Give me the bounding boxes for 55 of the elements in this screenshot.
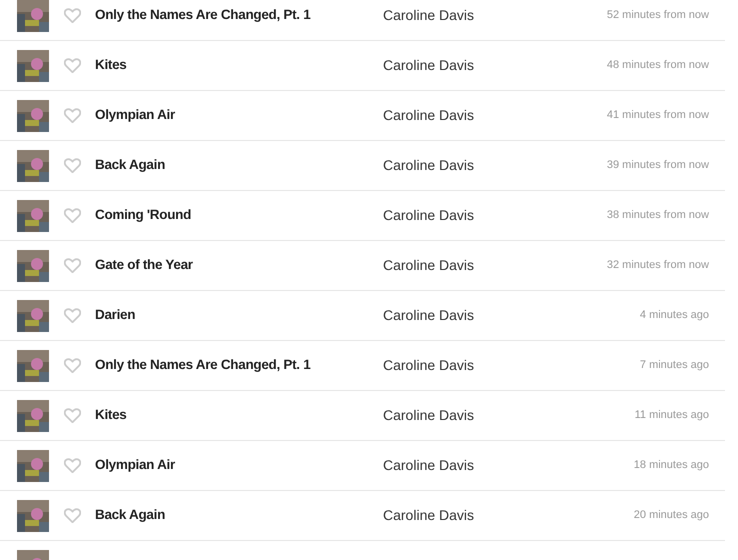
artist-name[interactable]: Caroline Davis bbox=[383, 155, 583, 176]
heart-icon[interactable] bbox=[64, 308, 81, 323]
play-time: 32 minutes from now bbox=[606, 258, 710, 274]
play-time: 38 minutes from now bbox=[606, 208, 710, 224]
play-time: 48 minutes from now bbox=[606, 58, 710, 74]
heart-icon[interactable] bbox=[64, 358, 81, 373]
artist-name[interactable]: Caroline Davis bbox=[383, 55, 583, 76]
play-time: 7 minutes ago bbox=[640, 358, 710, 374]
artist-name[interactable]: Caroline Davis bbox=[383, 105, 583, 126]
album-art bbox=[17, 150, 49, 182]
album-art bbox=[17, 350, 49, 382]
album-art bbox=[17, 200, 49, 232]
artist-name[interactable]: Caroline Davis bbox=[383, 455, 583, 476]
track-title[interactable]: Gate of the Year bbox=[95, 255, 383, 276]
album-art bbox=[17, 100, 49, 132]
heart-icon[interactable] bbox=[64, 458, 81, 473]
play-time: 39 minutes from now bbox=[606, 158, 710, 174]
track-title[interactable]: Only the Names Are Changed, Pt. 1 bbox=[95, 5, 383, 26]
heart-icon[interactable] bbox=[64, 208, 81, 223]
heart-icon[interactable] bbox=[64, 158, 81, 173]
heart-icon[interactable] bbox=[64, 258, 81, 273]
artist-name[interactable]: Caroline Davis bbox=[383, 505, 583, 526]
play-time: 41 minutes from now bbox=[606, 108, 710, 124]
track-title[interactable]: Back Again bbox=[95, 155, 383, 176]
heart-icon[interactable] bbox=[64, 108, 81, 123]
track-title[interactable]: Olympian Air bbox=[95, 455, 383, 476]
heart-icon[interactable] bbox=[64, 408, 81, 423]
play-time: 11 minutes ago bbox=[634, 408, 710, 424]
track-title[interactable]: Coming 'Round bbox=[95, 205, 383, 226]
track-title[interactable]: Kites bbox=[95, 405, 383, 426]
track-title[interactable]: Kites bbox=[95, 55, 383, 76]
play-time: 52 minutes from now bbox=[606, 8, 710, 24]
track-title[interactable]: Back Again bbox=[95, 505, 383, 526]
heart-icon[interactable] bbox=[64, 8, 81, 23]
album-art bbox=[17, 50, 49, 82]
artist-name[interactable]: Caroline Davis bbox=[383, 255, 583, 276]
play-time: 18 minutes ago bbox=[634, 458, 710, 474]
album-art bbox=[17, 450, 49, 482]
track-title[interactable]: Olympian Air bbox=[95, 105, 383, 126]
track-title[interactable]: Only the Names Are Changed, Pt. 1 bbox=[95, 355, 383, 376]
heart-icon[interactable] bbox=[64, 58, 81, 73]
artist-name[interactable]: Caroline Davis bbox=[383, 305, 583, 326]
play-time: 4 minutes ago bbox=[640, 308, 710, 324]
artist-name[interactable]: Caroline Davis bbox=[383, 5, 583, 26]
play-time: 20 minutes ago bbox=[634, 508, 710, 524]
artist-name[interactable]: Caroline Davis bbox=[383, 405, 583, 426]
album-art bbox=[17, 500, 49, 532]
album-art bbox=[17, 400, 49, 432]
track-title[interactable]: Darien bbox=[95, 305, 383, 326]
heart-icon[interactable] bbox=[64, 508, 81, 523]
artist-name[interactable]: Caroline Davis bbox=[383, 205, 583, 226]
album-art bbox=[17, 250, 49, 282]
album-art bbox=[17, 0, 49, 32]
album-art bbox=[17, 300, 49, 332]
artist-name[interactable]: Caroline Davis bbox=[383, 355, 583, 376]
